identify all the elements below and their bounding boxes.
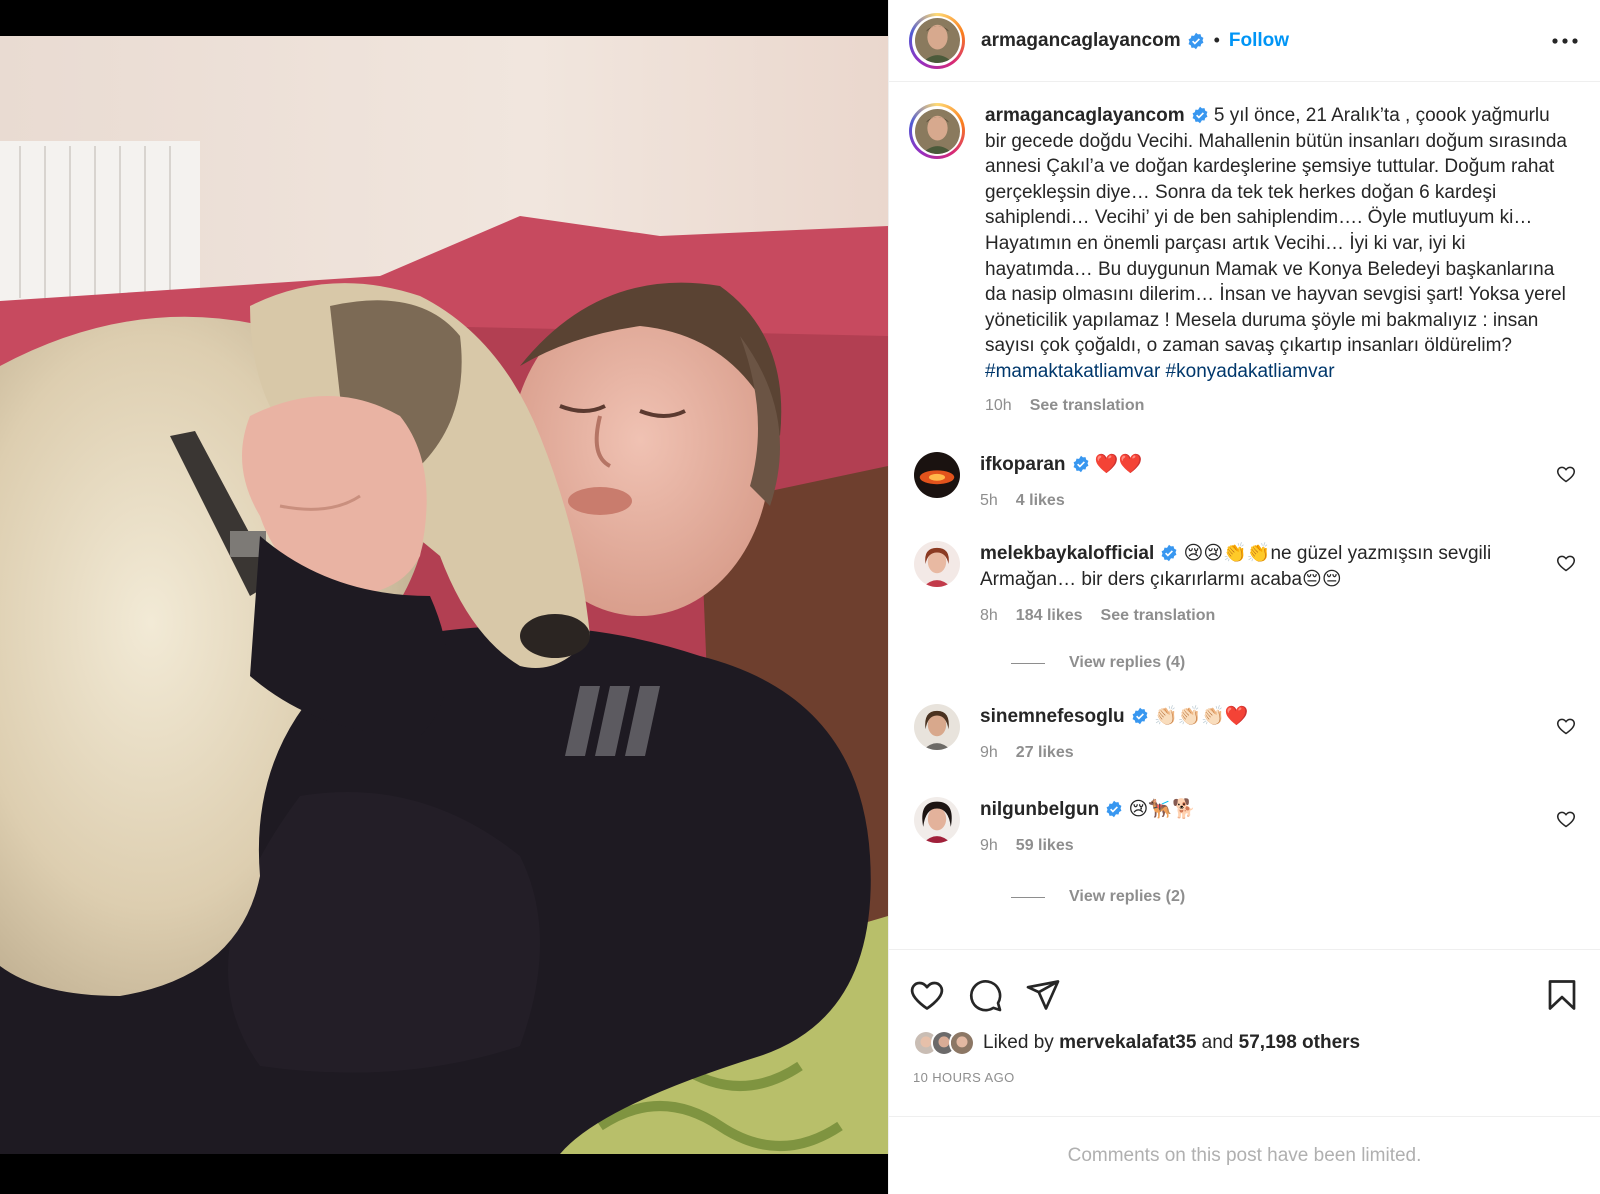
see-translation-button[interactable]: See translation xyxy=(1101,603,1216,629)
likes-and: and xyxy=(1201,1032,1234,1053)
share-icon[interactable] xyxy=(1025,977,1061,1013)
liker-username[interactable]: mervekalafat35 xyxy=(1059,1032,1196,1054)
comment-time[interactable]: 5h xyxy=(980,488,998,514)
man-hugging-dog-photo xyxy=(0,36,888,1154)
verified-badge-icon xyxy=(1132,707,1148,725)
verified-badge-icon xyxy=(1161,545,1177,562)
liker-avatars xyxy=(913,1030,975,1056)
view-replies-button[interactable]: View replies (2) xyxy=(1011,888,1576,906)
caption-username[interactable]: armagancaglayancom xyxy=(985,105,1185,126)
comment-time[interactable]: 9h xyxy=(980,833,998,859)
commenter-username[interactable]: nilgunbelgun xyxy=(980,799,1099,820)
verified-badge-icon xyxy=(1188,32,1204,49)
commenter-username[interactable]: sinemnefesoglu xyxy=(980,706,1125,727)
commenter-avatar[interactable] xyxy=(914,797,960,844)
caption-time[interactable]: 10h xyxy=(985,393,1012,419)
commenter-username[interactable]: melekbaykalofficial xyxy=(980,543,1154,564)
view-replies-label[interactable]: View replies (2) xyxy=(1069,888,1185,906)
comment-item: sinemnefesoglu 👏🏻👏🏻👏🏻❤️ 9h 27 likes xyxy=(909,704,1576,765)
caption-author-avatar-image xyxy=(914,108,960,154)
verified-badge-icon xyxy=(1073,455,1088,473)
comments-list[interactable]: armagancaglayancom 5 yıl önce, 21 Aralık… xyxy=(889,83,1600,949)
post-timestamp[interactable]: 10 HOURS AGO xyxy=(889,1056,1600,1085)
likes-count[interactable]: 57,198 others xyxy=(1239,1032,1360,1054)
caption-text: 5 yıl önce, 21 Aralık’ta , çoook yağmurl… xyxy=(985,105,1567,357)
comment-like-heart-icon[interactable] xyxy=(1556,553,1576,573)
header-separator: • xyxy=(1213,30,1220,50)
author-avatar-image xyxy=(914,18,960,63)
comment-text: 👏🏻👏🏻👏🏻❤️ xyxy=(1153,706,1249,728)
replies-divider xyxy=(1011,896,1045,898)
comment-icon[interactable] xyxy=(967,977,1003,1013)
heart-icon[interactable] xyxy=(909,977,945,1013)
verified-badge-icon xyxy=(1106,801,1122,818)
commenter-avatar[interactable] xyxy=(914,704,960,751)
caption-hashtags[interactable]: #mamaktakatliamvar #konyadakatliamvar xyxy=(985,361,1335,382)
post-actions: Liked by mervekalafat35 and 57,198 other… xyxy=(889,949,1600,1119)
comment-item: melekbaykalofficial 😢😢👏👏ne güzel yazmışs… xyxy=(909,541,1576,628)
post-media[interactable] xyxy=(0,0,888,1194)
bookmark-icon[interactable] xyxy=(1544,977,1580,1013)
likes-prefix: Liked by xyxy=(983,1032,1054,1053)
commenter-avatar[interactable] xyxy=(914,452,960,499)
commenter-avatar[interactable] xyxy=(914,541,960,588)
comment-likes[interactable]: 59 likes xyxy=(1016,833,1074,859)
view-replies-label[interactable]: View replies (4) xyxy=(1069,654,1185,672)
more-options-icon[interactable] xyxy=(1550,26,1580,56)
comment-like-heart-icon[interactable] xyxy=(1556,464,1576,484)
commenter-username[interactable]: ifkoparan xyxy=(980,454,1066,475)
comments-limited-notice: Comments on this post have been limited. xyxy=(889,1116,1600,1194)
comment-likes[interactable]: 27 likes xyxy=(1016,740,1074,766)
comment-text: ❤️❤️ xyxy=(1094,454,1143,476)
comment-likes[interactable]: 4 likes xyxy=(1016,488,1065,514)
likes-summary[interactable]: Liked by mervekalafat35 and 57,198 other… xyxy=(889,1020,1600,1056)
comment-item: ifkoparan ❤️❤️ 5h 4 likes xyxy=(909,452,1576,513)
follow-button[interactable]: Follow xyxy=(1229,30,1289,52)
comment-likes[interactable]: 184 likes xyxy=(1016,603,1083,629)
verified-badge-icon xyxy=(1192,106,1208,124)
comment-like-heart-icon[interactable] xyxy=(1556,716,1576,736)
comment-item: nilgunbelgun 😢🐕‍🦺🐕 9h 59 likes xyxy=(909,797,1576,858)
post-header: armagancaglayancom • Follow xyxy=(889,0,1600,82)
caption-author-avatar[interactable] xyxy=(909,103,965,159)
author-username[interactable]: armagancaglayancom xyxy=(981,30,1181,52)
liker-avatar xyxy=(949,1030,975,1056)
post-photo[interactable] xyxy=(0,36,888,1154)
author-avatar[interactable] xyxy=(909,12,965,69)
comment-text: 😢🐕‍🦺🐕 xyxy=(1128,799,1196,821)
comment-time[interactable]: 9h xyxy=(980,740,998,766)
caption: armagancaglayancom 5 yıl önce, 21 Aralık… xyxy=(909,103,1576,418)
comment-time[interactable]: 8h xyxy=(980,603,998,629)
post-details-panel: armagancaglayancom • Follow armagancagla… xyxy=(888,0,1600,1194)
replies-divider xyxy=(1011,662,1045,664)
comment-like-heart-icon[interactable] xyxy=(1556,809,1576,829)
see-translation-button[interactable]: See translation xyxy=(1030,393,1145,419)
view-replies-button[interactable]: View replies (4) xyxy=(1011,654,1576,672)
